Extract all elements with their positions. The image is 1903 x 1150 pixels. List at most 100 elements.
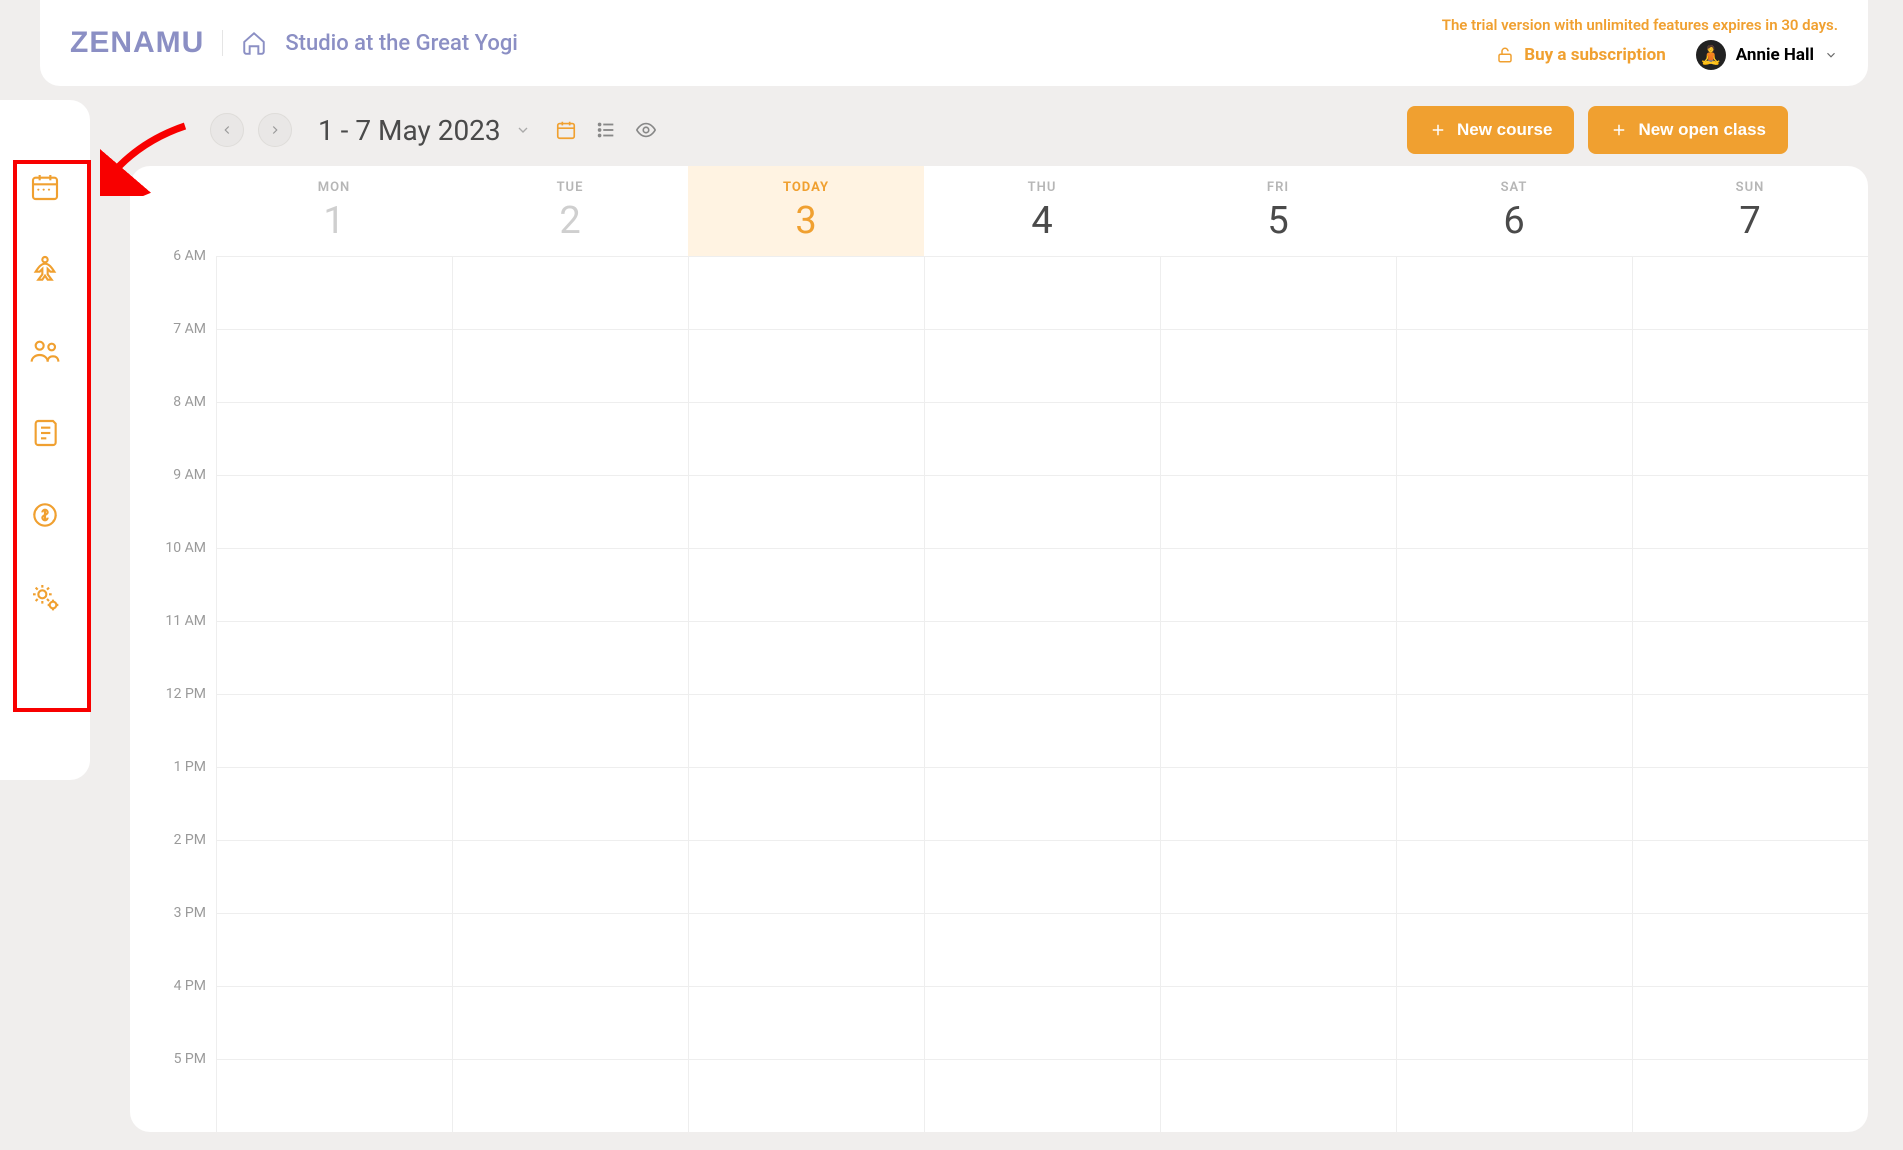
view-list-icon[interactable]: [595, 119, 617, 141]
calendar-cell[interactable]: [689, 1059, 924, 1132]
calendar-cell[interactable]: [689, 621, 924, 694]
calendar-cell[interactable]: [1397, 694, 1632, 767]
calendar-cell[interactable]: [453, 256, 688, 329]
calendar-cell[interactable]: [1633, 913, 1868, 986]
user-menu[interactable]: 🧘 Annie Hall: [1696, 40, 1838, 70]
calendar-cell[interactable]: [925, 767, 1160, 840]
calendar-cell[interactable]: [453, 329, 688, 402]
calendar-cell[interactable]: [1161, 475, 1396, 548]
calendar-cell[interactable]: [1633, 475, 1868, 548]
calendar-cell[interactable]: [1633, 986, 1868, 1059]
date-range-picker[interactable]: 1 - 7 May 2023: [318, 114, 531, 147]
calendar-cell[interactable]: [453, 694, 688, 767]
day-header[interactable]: SUN7: [1632, 166, 1868, 256]
day-header[interactable]: TODAY3: [688, 166, 924, 256]
calendar-cell[interactable]: [1161, 621, 1396, 694]
next-week-button[interactable]: [258, 113, 292, 147]
calendar-cell[interactable]: [925, 1059, 1160, 1132]
calendar-cell[interactable]: [453, 475, 688, 548]
calendar-day-column[interactable]: [216, 256, 452, 1132]
calendar-cell[interactable]: [925, 621, 1160, 694]
calendar-cell[interactable]: [217, 1059, 452, 1132]
calendar-cell[interactable]: [1397, 1059, 1632, 1132]
calendar-cell[interactable]: [217, 986, 452, 1059]
home-icon[interactable]: [241, 30, 267, 56]
calendar-cell[interactable]: [1397, 986, 1632, 1059]
day-header[interactable]: SAT6: [1396, 166, 1632, 256]
calendar-cell[interactable]: [925, 475, 1160, 548]
calendar-cell[interactable]: [1633, 694, 1868, 767]
view-visibility-icon[interactable]: [635, 119, 657, 141]
calendar-cell[interactable]: [217, 329, 452, 402]
calendar-cell[interactable]: [1397, 329, 1632, 402]
calendar-cell[interactable]: [925, 840, 1160, 913]
calendar-cell[interactable]: [217, 694, 452, 767]
calendar-cell[interactable]: [453, 767, 688, 840]
calendar-cell[interactable]: [1633, 621, 1868, 694]
calendar-cell[interactable]: [1161, 840, 1396, 913]
new-course-button[interactable]: New course: [1407, 106, 1574, 154]
calendar-cell[interactable]: [217, 913, 452, 986]
day-header[interactable]: MON1: [216, 166, 452, 256]
subscribe-link[interactable]: Buy a subscription: [1496, 45, 1666, 65]
calendar-cell[interactable]: [1161, 694, 1396, 767]
calendar-cell[interactable]: [1397, 256, 1632, 329]
calendar-cell[interactable]: [689, 402, 924, 475]
calendar-cell[interactable]: [1397, 913, 1632, 986]
calendar-cell[interactable]: [1633, 329, 1868, 402]
calendar-cell[interactable]: [1397, 475, 1632, 548]
calendar-cell[interactable]: [217, 475, 452, 548]
calendar-day-column[interactable]: [688, 256, 924, 1132]
calendar-cell[interactable]: [689, 475, 924, 548]
calendar-cell[interactable]: [1161, 913, 1396, 986]
calendar-cell[interactable]: [925, 548, 1160, 621]
calendar-cell[interactable]: [689, 840, 924, 913]
calendar-cell[interactable]: [689, 548, 924, 621]
calendar-cell[interactable]: [217, 402, 452, 475]
calendar-cell[interactable]: [925, 986, 1160, 1059]
new-open-class-button[interactable]: New open class: [1588, 106, 1788, 154]
calendar-cell[interactable]: [689, 986, 924, 1059]
calendar-cell[interactable]: [1397, 767, 1632, 840]
prev-week-button[interactable]: [210, 113, 244, 147]
sidebar-calendar-icon[interactable]: [28, 170, 62, 204]
calendar-cell[interactable]: [689, 329, 924, 402]
calendar-cell[interactable]: [217, 840, 452, 913]
calendar-cell[interactable]: [1161, 256, 1396, 329]
day-header[interactable]: THU4: [924, 166, 1160, 256]
sidebar-notes-icon[interactable]: [28, 416, 62, 450]
calendar-cell[interactable]: [689, 767, 924, 840]
calendar-cell[interactable]: [689, 694, 924, 767]
calendar-cell[interactable]: [217, 767, 452, 840]
view-calendar-icon[interactable]: [555, 119, 577, 141]
calendar-cell[interactable]: [453, 548, 688, 621]
calendar-cell[interactable]: [217, 256, 452, 329]
sidebar-settings-icon[interactable]: [28, 580, 62, 614]
calendar-cell[interactable]: [453, 621, 688, 694]
calendar-cell[interactable]: [1633, 402, 1868, 475]
calendar-cell[interactable]: [1161, 986, 1396, 1059]
calendar-cell[interactable]: [1633, 1059, 1868, 1132]
calendar-cell[interactable]: [1161, 548, 1396, 621]
calendar-cell[interactable]: [453, 986, 688, 1059]
calendar-day-column[interactable]: [452, 256, 688, 1132]
calendar-cell[interactable]: [925, 329, 1160, 402]
calendar-day-column[interactable]: [924, 256, 1160, 1132]
calendar-cell[interactable]: [1633, 256, 1868, 329]
calendar-cell[interactable]: [453, 913, 688, 986]
calendar-cell[interactable]: [1161, 329, 1396, 402]
calendar-day-column[interactable]: [1396, 256, 1632, 1132]
calendar-cell[interactable]: [1397, 548, 1632, 621]
calendar-cell[interactable]: [1633, 767, 1868, 840]
calendar-cell[interactable]: [925, 256, 1160, 329]
calendar-day-column[interactable]: [1632, 256, 1868, 1132]
calendar-cell[interactable]: [453, 840, 688, 913]
calendar-cell[interactable]: [453, 402, 688, 475]
calendar-cell[interactable]: [689, 256, 924, 329]
calendar-cell[interactable]: [689, 913, 924, 986]
calendar-cell[interactable]: [925, 694, 1160, 767]
calendar-cell[interactable]: [217, 621, 452, 694]
sidebar-payments-icon[interactable]: [28, 498, 62, 532]
calendar-cell[interactable]: [1397, 840, 1632, 913]
sidebar-yoga-icon[interactable]: [28, 252, 62, 286]
